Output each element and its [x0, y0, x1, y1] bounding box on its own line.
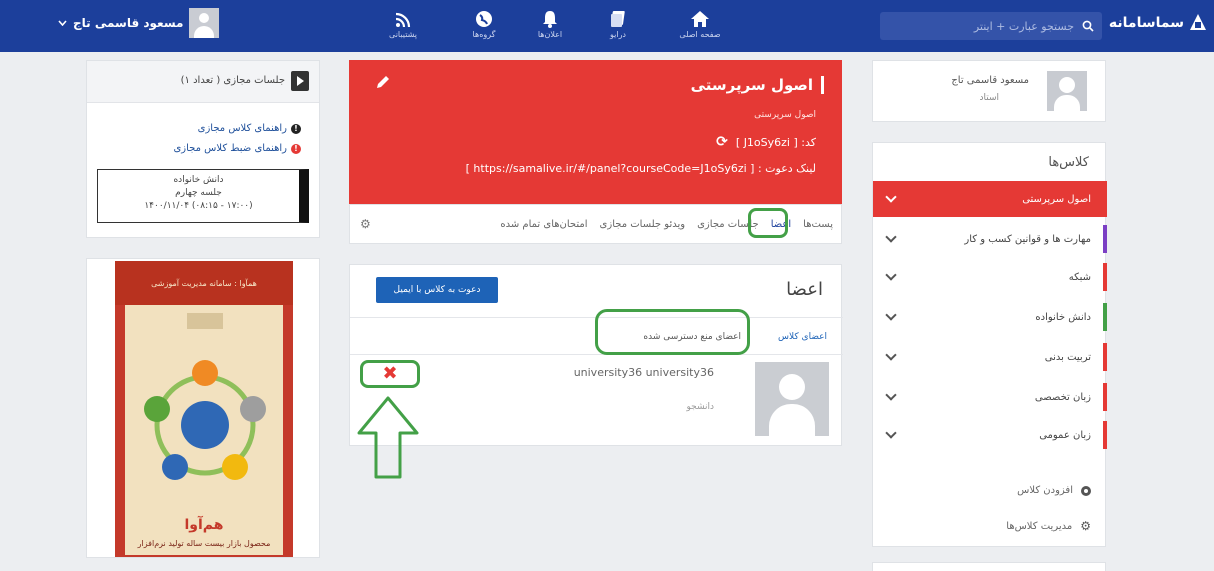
session-entry[interactable]: دانش خانواده جلسه چهارم ۱۴۰۰/۱۱/۰۴ (۰۸:۱… [97, 169, 309, 223]
record-guide-link[interactable]: ! راهنمای ضبط کلاس مجازی [173, 143, 301, 154]
info-icon: ! [291, 123, 301, 134]
class-label: زبان عمومی [1039, 429, 1091, 441]
class-item[interactable]: شبکه [873, 259, 1107, 295]
logo-icon [1188, 14, 1206, 32]
gear-icon: ⚙ [1080, 519, 1091, 533]
close-icon: ✖ [382, 363, 398, 384]
virtual-sessions-panel: جلسات مجازی ( تعداد ۱) ! راهنمای کلاس مج… [86, 60, 320, 238]
rss-icon [375, 6, 431, 28]
poster-tagline: محصول بازار بیست ساله تولید نرم‌افزار [137, 539, 271, 548]
globe-icon [456, 6, 512, 28]
highlight-box [595, 309, 750, 355]
class-color-bar [1103, 343, 1107, 371]
nav-home[interactable]: صفحه اصلی [672, 6, 728, 39]
session-time: ۱۴۰۰/۱۱/۰۴ (۰۸:۱۵ - ۱۷:۰۰) [144, 201, 253, 211]
tab-posts[interactable]: پست‌ها [803, 219, 833, 230]
class-item[interactable]: تربیت بدنی [873, 339, 1107, 375]
nav-notifications[interactable]: اعلان‌ها [522, 6, 578, 39]
class-label: مهارت ها و قوانین کسب و کار [964, 233, 1091, 245]
refresh-icon[interactable]: ⟳ [716, 134, 728, 150]
brand-logo[interactable]: سماسامانه [1109, 14, 1206, 32]
class-label: زبان تخصصی [1034, 391, 1091, 403]
nav-drive[interactable]: درایو [590, 6, 646, 39]
avatar [189, 8, 220, 38]
member-name: university36 university36 [573, 366, 714, 379]
chevron-down-icon[interactable] [885, 309, 897, 321]
class-color-bar [1103, 225, 1107, 253]
profile-avatar [1047, 71, 1087, 111]
chevron-down-icon[interactable] [885, 427, 897, 439]
class-label: دانش خانواده [1035, 311, 1091, 323]
search-box[interactable] [880, 12, 1102, 40]
poster-header: همآوا : سامانه مدیریت آموزشی [115, 261, 293, 305]
plus-circle-icon [1081, 485, 1091, 496]
invite-link[interactable]: لینک دعوت : [ https://samalive.ir/#/pane… [466, 162, 816, 175]
class-color-bar [1103, 303, 1107, 331]
classes-panel: کلاس‌ها اصول سرپرستی مهارت ها و قوانین ک… [872, 142, 1107, 547]
virtual-class-guide-link[interactable]: ! راهنمای کلاس مجازی [198, 123, 301, 134]
class-item[interactable]: اصول سرپرستی [873, 181, 1107, 217]
class-item[interactable]: دانش خانواده [873, 299, 1107, 335]
virtual-sessions-header: جلسات مجازی ( تعداد ۱) [87, 61, 319, 103]
chevron-down-icon[interactable] [885, 269, 897, 281]
home-icon [672, 6, 728, 28]
classes-title: کلاس‌ها [1048, 155, 1089, 170]
arrow-up-icon [357, 396, 419, 479]
course-header: اصول سرپرستی اصول سرپرستی کد: [ J1oSy6zi… [349, 60, 842, 204]
class-color-bar [1103, 383, 1107, 411]
member-avatar [755, 362, 829, 436]
class-color-bar [1103, 421, 1107, 449]
class-label: اصول سرپرستی [1022, 193, 1091, 205]
info-icon: ! [291, 143, 301, 154]
poster-diagram [144, 313, 266, 480]
class-item[interactable]: زبان عمومی [873, 417, 1107, 453]
class-item[interactable]: مهارت ها و قوانین کسب و کار [873, 221, 1107, 257]
user-menu[interactable]: مسعود قاسمی تاج [58, 8, 220, 38]
top-navbar: سماسامانه صفحه اصلی درایو اعلان‌ها گروه‌… [0, 0, 1214, 52]
class-label: تربیت بدنی [1044, 351, 1091, 363]
profile-role: استاد [979, 93, 999, 103]
course-code: کد: [ J1oSy6zi ] ⟳ [716, 134, 816, 150]
tab-finished-exams[interactable]: امتحان‌های تمام شده [500, 219, 587, 230]
class-item[interactable]: زبان تخصصی [873, 379, 1107, 415]
poster-title: هم‌آوا [184, 517, 224, 533]
tab-class-members[interactable]: اعضای کلاس [778, 332, 827, 342]
profile-name: مسعود قاسمی تاج [951, 75, 1029, 86]
course-subtitle: اصول سرپرستی [754, 110, 816, 120]
nav-groups[interactable]: گروه‌ها [456, 6, 512, 39]
poster-image: همآوا : سامانه مدیریت آموزشی هم‌آوا محصو… [115, 261, 293, 557]
member-role: دانشجو [686, 402, 714, 412]
tab-session-videos[interactable]: ویدئو جلسات مجازی [600, 219, 686, 230]
promo-poster[interactable]: همآوا : سامانه مدیریت آموزشی هم‌آوا محصو… [86, 258, 320, 558]
class-label: شبکه [1068, 271, 1091, 283]
chevron-down-icon[interactable] [885, 191, 897, 203]
chevron-down-icon[interactable] [885, 349, 897, 361]
video-icon [291, 71, 309, 91]
highlight-box [748, 208, 788, 238]
pencil-icon[interactable] [375, 74, 391, 90]
class-color-bar [1103, 263, 1107, 291]
bell-icon [522, 6, 578, 28]
manage-classes-link[interactable]: ⚙ مدیریت کلاس‌ها [1006, 519, 1091, 533]
session-name: جلسه چهارم [175, 188, 222, 198]
profile-card: مسعود قاسمی تاج استاد [872, 60, 1106, 122]
chevron-down-icon[interactable] [885, 389, 897, 401]
chevron-down-icon [58, 20, 67, 26]
search-input[interactable] [894, 19, 1074, 33]
course-title: اصول سرپرستی [691, 76, 824, 94]
session-course: دانش خانواده [173, 175, 224, 185]
members-title: اعضا [786, 279, 823, 300]
user-name: مسعود قاسمی تاج [73, 16, 184, 30]
brand-name: سماسامانه [1108, 15, 1184, 31]
search-icon[interactable] [1082, 20, 1094, 32]
gear-icon[interactable]: ⚙ [360, 217, 371, 231]
add-class-link[interactable]: افزودن کلاس [1017, 485, 1091, 496]
virtual-sessions-title: جلسات مجازی ( تعداد ۱) [180, 75, 285, 86]
drive-icon [590, 6, 646, 28]
panel-stub [872, 562, 1106, 571]
chevron-down-icon[interactable] [885, 231, 897, 243]
remove-member-button[interactable]: ✖ [360, 360, 420, 388]
invite-by-email-button[interactable]: دعوت به کلاس با ایمیل [376, 277, 498, 303]
nav-support[interactable]: پشتیبانی [375, 6, 431, 39]
